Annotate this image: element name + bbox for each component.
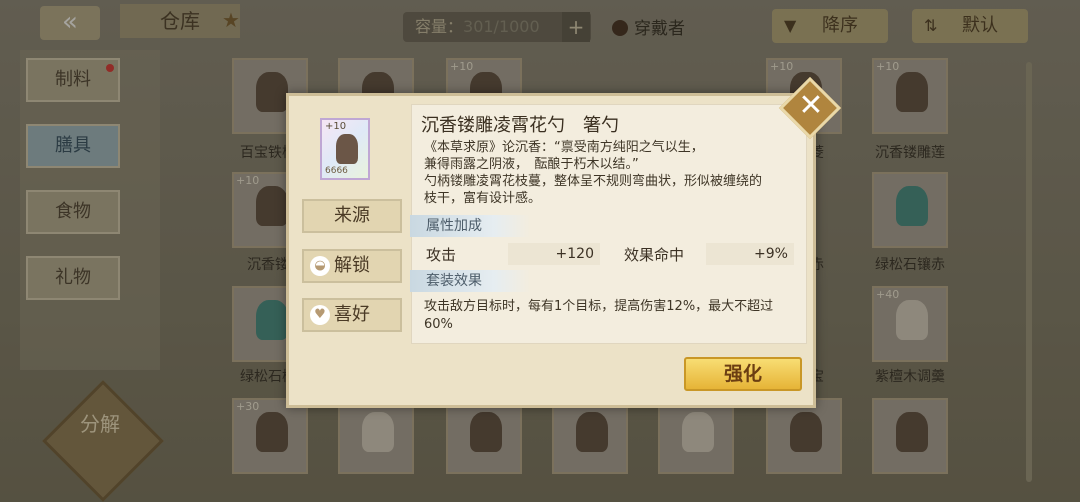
desc-line: 勺柄镂雕凌霄花枝蔓，整体呈不规则弯曲状，形似被缠绕的	[424, 174, 763, 189]
thumb-level: 6666	[325, 166, 348, 176]
source-label: 来源	[334, 205, 370, 226]
close-x-icon[interactable]: ✕	[796, 88, 826, 124]
attribute-header: 属性加成	[410, 215, 530, 237]
unlock-button[interactable]: ◒ 解锁	[302, 249, 402, 283]
item-thumbnail: +10 6666	[320, 118, 370, 180]
heart-icon: ♥	[310, 305, 330, 325]
set-effect-header: 套装效果	[410, 270, 530, 292]
desc-line: 兼得雨露之阴液， 酝酿于朽木以结。”	[424, 157, 639, 172]
thumb-enhance-level: +10	[325, 121, 347, 132]
unlock-icon: ◒	[310, 256, 330, 276]
unlock-label: 解锁	[334, 255, 370, 276]
enhance-button[interactable]: 强化	[684, 357, 802, 391]
like-label: 喜好	[334, 304, 370, 325]
set-effect-description: 攻击敌方目标时，每有1个目标，提高伤害12%，最大不超过60%	[424, 299, 774, 332]
stat-value: +9%	[706, 243, 794, 265]
character-icon	[336, 134, 358, 164]
item-description: 《本草求原》论沉香：“禀受南方纯阳之气以生， 兼得雨露之阴液， 酝酿于朽木以结。…	[424, 139, 794, 207]
item-title: 沉香镂雕凌霄花勺 箸勺	[421, 115, 619, 136]
stat-value: +120	[508, 243, 600, 265]
source-button[interactable]: 来源	[302, 199, 402, 233]
stat-label: 效果命中	[624, 246, 685, 264]
stat-label: 攻击	[426, 246, 457, 264]
like-button[interactable]: ♥ 喜好	[302, 298, 402, 332]
desc-line: 枝干，富有设计感。	[424, 191, 542, 206]
desc-line: 《本草求原》论沉香：“禀受南方纯阳之气以生，	[424, 140, 704, 155]
